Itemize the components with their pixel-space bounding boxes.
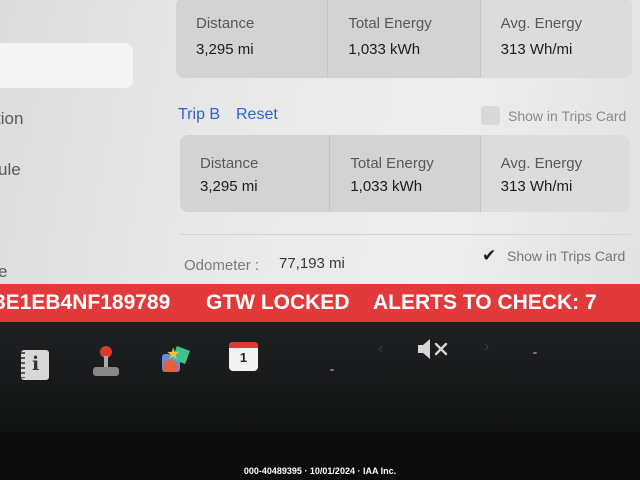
stat-title: Total Energy [348, 15, 432, 32]
trip-b-reset-button[interactable]: Reset [236, 106, 278, 124]
sidebar-item-label[interactable]: ule [0, 160, 21, 180]
stat-title: Avg. Energy [500, 15, 583, 32]
stat-title: Distance [200, 155, 259, 172]
calendar-day: 1 [239, 350, 248, 365]
trip-b-card: Distance 3,295 mi Total Energy 1,033 kWh… [180, 135, 630, 212]
trip-a-total-energy: Total Energy 1,033 kWh [327, 0, 479, 78]
toybox-icon[interactable]: ★ [160, 342, 192, 374]
alerts-count[interactable]: ALERTS TO CHECK: 7 [373, 291, 597, 315]
stat-value: 1,033 kWh [350, 178, 423, 195]
checkbox-label: Show in Trips Card [507, 248, 626, 264]
sidebar-item-label[interactable]: tion [0, 109, 23, 129]
trip-b-label: Trip B [178, 106, 221, 123]
trip-a-avg-energy: Avg. Energy 313 Wh/mi [479, 0, 632, 78]
chevron-right-icon[interactable]: › [484, 338, 489, 356]
trip-b-total-energy: Total Energy 1,033 kWh [329, 135, 479, 212]
stat-value: 1,033 kWh [348, 41, 421, 58]
trip-a-distance: Distance 3,295 mi [176, 0, 327, 78]
volume-muted-icon[interactable] [416, 337, 450, 361]
odometer-show-in-trips-card-checkbox[interactable]: ✔ [481, 246, 500, 267]
status-dot [533, 352, 537, 354]
divider [180, 234, 630, 235]
taskbar: i ★ 1 ‹ › [0, 322, 640, 432]
trip-b-distance: Distance 3,295 mi [180, 135, 329, 212]
stat-title: Total Energy [350, 155, 434, 172]
stat-value: 3,295 mi [196, 41, 254, 58]
vehicle-settings-screen: tion ule e Distance 3,295 mi Total Energ… [0, 0, 640, 290]
vin-text: 3E1EB4NF189789 [0, 291, 171, 314]
gtw-status: GTW LOCKED [206, 291, 350, 314]
stat-value: 313 Wh/mi [500, 41, 573, 58]
alert-banner: 3E1EB4NF189789 GTW LOCKED ALERTS TO CHEC… [0, 284, 640, 322]
checkbox-label: Show in Trips Card [508, 108, 627, 124]
photo-watermark: 000-40489395 · 10/01/2024 · IAA Inc. [243, 466, 397, 476]
trip-a-card: Distance 3,295 mi Total Energy 1,033 kWh… [176, 0, 632, 78]
checkmark-icon: ✔ [482, 246, 497, 265]
stat-title: Distance [196, 15, 255, 32]
sidebar-item-label[interactable]: e [0, 262, 7, 282]
trip-b-show-in-trips-card-checkbox[interactable] [481, 106, 500, 125]
status-dot [330, 369, 334, 371]
owners-manual-icon[interactable]: i [21, 350, 49, 380]
stat-value: 313 Wh/mi [500, 178, 573, 195]
stat-value: 3,295 mi [200, 178, 258, 195]
odometer-value: 77,193 mi [279, 255, 345, 272]
stat-title: Avg. Energy [500, 155, 583, 172]
calendar-icon[interactable]: 1 [229, 342, 258, 371]
manual-glyph: i [32, 353, 40, 375]
trip-b-avg-energy: Avg. Energy 313 Wh/mi [479, 135, 630, 212]
odometer-label: Odometer : [184, 257, 260, 274]
chevron-left-icon[interactable]: ‹ [378, 340, 383, 358]
sidebar-search-field[interactable] [0, 43, 133, 88]
arcade-joystick-icon[interactable] [91, 346, 121, 376]
